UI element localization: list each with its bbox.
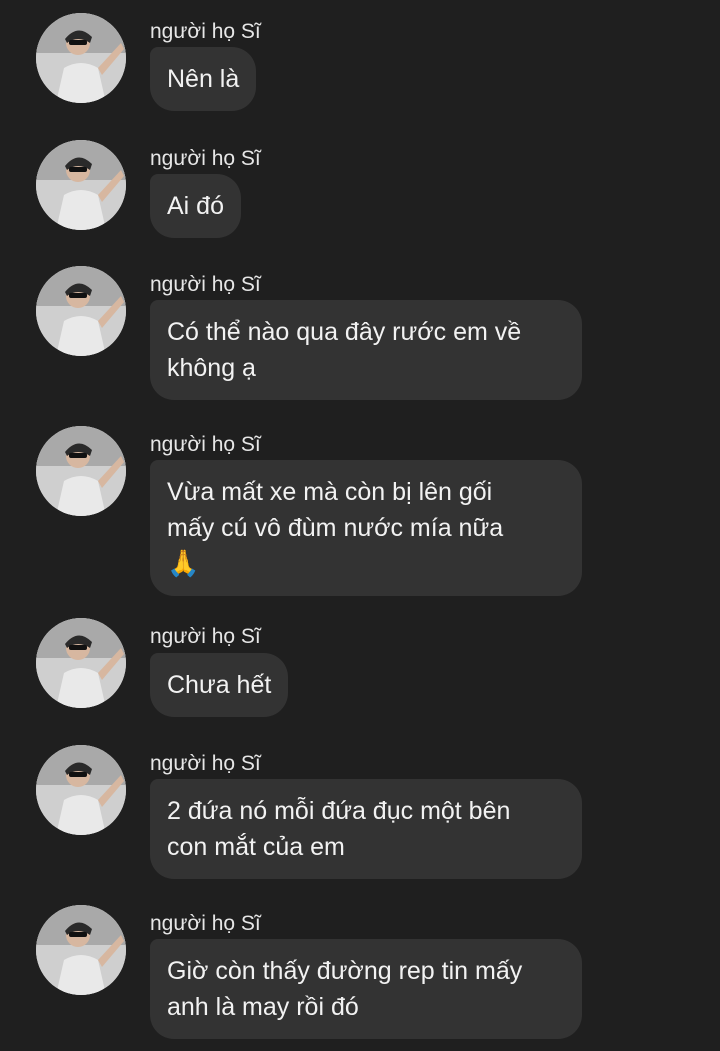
sender-name: người họ Sĩ (150, 20, 261, 43)
message-bubble[interactable]: Vừa mất xe mà còn bị lên gối mấy cú vô đ… (150, 460, 582, 596)
message-text: Chưa hết (167, 671, 272, 699)
message-text: Ai đó (167, 192, 224, 220)
sender-name: người họ Sĩ (150, 752, 261, 775)
avatar[interactable] (36, 618, 126, 708)
message-text: Giờ còn thấy đường rep tin mấy (167, 957, 523, 985)
message-text: Vừa mất xe mà còn bị lên gối (167, 478, 493, 506)
message-bubble[interactable]: Ai đó (150, 174, 241, 238)
message-bubble[interactable]: Nên là (150, 47, 257, 111)
sender-name: người họ Sĩ (150, 912, 261, 935)
avatar[interactable] (36, 140, 126, 230)
message-bubble[interactable]: Giờ còn thấy đường rep tin mấy anh là ma… (150, 939, 582, 1039)
message-bubble[interactable]: 2 đứa nó mỗi đứa đục một bên con mắt của… (150, 779, 582, 879)
message-text: Có thể nào qua đây rước em về (167, 318, 522, 346)
sender-name: người họ Sĩ (150, 273, 261, 296)
message-text: anh là may rồi đó (167, 993, 359, 1021)
message-text: Nên là (167, 65, 240, 93)
avatar[interactable] (36, 13, 126, 103)
avatar[interactable] (36, 266, 126, 356)
message-text: 2 đứa nó mỗi đứa đục một bên (167, 797, 511, 825)
message-bubble[interactable]: Có thể nào qua đây rước em về không ạ (150, 300, 582, 400)
avatar[interactable] (36, 905, 126, 995)
avatar[interactable] (36, 745, 126, 835)
sender-name: người họ Sĩ (150, 625, 261, 648)
sender-name: người họ Sĩ (150, 433, 261, 456)
message-bubble[interactable]: Chưa hết (150, 653, 289, 717)
message-text: mấy cú vô đùm nước mía nữa (167, 514, 504, 542)
folded-hands-icon: 🙏 (167, 549, 200, 579)
message-text: không ạ (167, 354, 256, 382)
message-text: con mắt của em (167, 833, 345, 861)
sender-name: người họ Sĩ (150, 147, 261, 170)
avatar[interactable] (36, 426, 126, 516)
